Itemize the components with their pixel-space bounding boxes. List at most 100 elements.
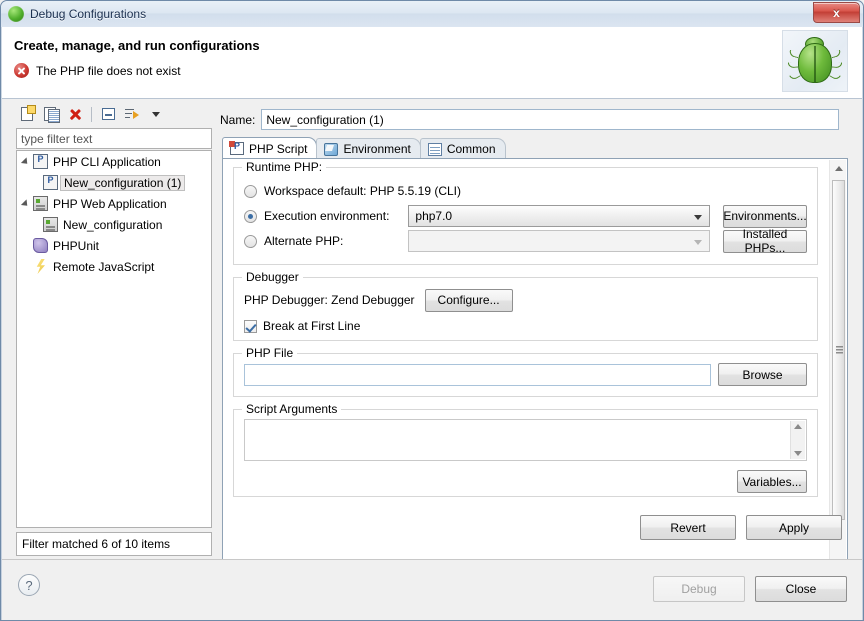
- collapse-all-button[interactable]: [98, 104, 118, 124]
- tab-common[interactable]: Common: [419, 138, 506, 159]
- configurations-tree-panel: PHP CLI Application New_configuration (1…: [14, 101, 214, 557]
- installed-phps-button[interactable]: Installed PHPs...: [723, 227, 807, 255]
- workspace-default-radio[interactable]: [244, 184, 257, 198]
- php-file-input[interactable]: [244, 363, 712, 386]
- common-icon: [427, 142, 442, 156]
- debug-button[interactable]: Debug: [653, 576, 745, 602]
- break-at-first-line-label: Break at First Line: [263, 319, 361, 333]
- header-message-row: The PHP file does not exist: [14, 63, 181, 78]
- browse-button[interactable]: Browse: [718, 363, 807, 386]
- duplicate-configuration-button[interactable]: [41, 104, 61, 124]
- environments-button[interactable]: Environments...: [723, 204, 807, 228]
- expand-twisty-icon[interactable]: [20, 198, 31, 209]
- debugger-row: PHP Debugger: Zend Debugger Configure...: [244, 288, 807, 312]
- break-at-first-line-checkbox[interactable]: [244, 319, 257, 333]
- expand-twisty-icon[interactable]: [20, 156, 31, 167]
- execution-environment-row[interactable]: Execution environment: php7.0 Environmen…: [244, 204, 807, 228]
- green-bug-icon: [782, 30, 848, 92]
- tab-label: PHP Script: [249, 141, 308, 156]
- scrollbar-up-arrow[interactable]: [830, 160, 847, 177]
- tree-item-label: PHP CLI Application: [53, 154, 161, 169]
- copy-icon: [44, 107, 60, 123]
- configure-button[interactable]: Configure...: [424, 288, 513, 312]
- revert-button[interactable]: Revert: [640, 515, 736, 540]
- script-arguments-textarea[interactable]: [244, 419, 807, 461]
- help-question-icon: ?: [25, 577, 33, 593]
- variables-button[interactable]: Variables...: [737, 470, 807, 493]
- alternate-php-radio[interactable]: [244, 234, 257, 248]
- configurations-tree[interactable]: PHP CLI Application New_configuration (1…: [16, 150, 212, 528]
- tree-item-php-cli-application[interactable]: PHP CLI Application: [17, 151, 211, 172]
- tree-item-php-web-application[interactable]: PHP Web Application: [17, 193, 211, 214]
- php-web-icon: [43, 217, 58, 232]
- filter-status-text: Filter matched 6 of 10 items: [22, 537, 171, 551]
- tab-label: Environment: [343, 142, 411, 156]
- window-title: Debug Configurations: [30, 7, 147, 21]
- tree-item-label: New_configuration: [63, 217, 163, 232]
- php-file-group: PHP File Browse: [233, 346, 818, 397]
- dialog-body: PHP CLI Application New_configuration (1…: [2, 99, 862, 598]
- scroll-down-icon[interactable]: [794, 451, 802, 456]
- php-file-group-title: PHP File: [242, 346, 298, 360]
- tab-bar: PHP Script Environment Common: [222, 137, 848, 159]
- debugger-group: Debugger PHP Debugger: Zend Debugger Con…: [233, 270, 818, 341]
- php-file-row: Browse: [244, 363, 807, 386]
- remote-javascript-icon: [36, 259, 45, 274]
- close-icon: x: [833, 5, 840, 20]
- php-debugger-label: PHP Debugger: Zend Debugger: [244, 293, 415, 307]
- page-title: Create, manage, and run configurations: [14, 38, 260, 53]
- dialog-header: Create, manage, and run configurations T…: [2, 27, 862, 99]
- php-cli-icon: [33, 154, 48, 169]
- tree-item-label: Remote JavaScript: [53, 259, 155, 274]
- workspace-default-row[interactable]: Workspace default: PHP 5.5.19 (CLI): [244, 180, 807, 202]
- window-close-button[interactable]: x: [813, 2, 860, 23]
- new-configuration-button[interactable]: [17, 104, 37, 124]
- alternate-php-combo[interactable]: [408, 230, 710, 252]
- php-script-icon: [229, 141, 244, 155]
- tab-php-script[interactable]: PHP Script: [222, 137, 318, 159]
- footer-button-row: Debug Close: [653, 576, 847, 602]
- view-menu-button[interactable]: [146, 104, 166, 124]
- delete-red-x-icon: [69, 108, 82, 121]
- script-arguments-scroll-spinner[interactable]: [790, 421, 805, 459]
- filter-icon: [125, 108, 139, 121]
- environment-icon: [324, 142, 339, 156]
- tree-item-new-configuration-1[interactable]: New_configuration (1): [17, 172, 211, 193]
- chevron-down-icon: [694, 240, 702, 245]
- runtime-php-group: Runtime PHP: Workspace default: PHP 5.5.…: [233, 160, 818, 265]
- runtime-php-group-title: Runtime PHP:: [242, 160, 327, 174]
- collapse-all-icon: [101, 108, 115, 120]
- delete-configuration-button[interactable]: [65, 104, 85, 124]
- error-message: The PHP file does not exist: [36, 63, 181, 78]
- tree-item-new-configuration[interactable]: New_configuration: [17, 214, 211, 235]
- name-label: Name:: [220, 112, 256, 127]
- filter-button[interactable]: [122, 104, 142, 124]
- debug-configurations-dialog: Debug Configurations x Create, manage, a…: [0, 0, 864, 621]
- execution-environment-radio[interactable]: [244, 209, 257, 223]
- tree-item-remote-javascript[interactable]: Remote JavaScript: [17, 256, 211, 277]
- apply-button[interactable]: Apply: [746, 515, 842, 540]
- new-document-icon: [21, 105, 36, 121]
- execution-environment-label: Execution environment:: [264, 209, 390, 223]
- alternate-php-row[interactable]: Alternate PHP: Installed PHPs...: [244, 227, 807, 255]
- execution-environment-value: php7.0: [415, 209, 453, 223]
- scroll-up-icon[interactable]: [794, 424, 802, 429]
- dialog-footer: ? Debug Close: [2, 559, 862, 620]
- tab-environment[interactable]: Environment: [316, 138, 421, 159]
- tree-item-label: PHPUnit: [53, 238, 100, 253]
- chevron-down-icon: [694, 215, 702, 220]
- close-button[interactable]: Close: [755, 576, 847, 602]
- tree-item-phpunit[interactable]: PHPUnit: [17, 235, 211, 256]
- php-cli-icon: [43, 175, 58, 190]
- execution-environment-combo[interactable]: php7.0: [408, 205, 710, 227]
- configuration-name-input[interactable]: [261, 109, 840, 130]
- help-button[interactable]: ?: [18, 574, 40, 596]
- workspace-default-label: Workspace default: PHP 5.5.19 (CLI): [264, 184, 461, 198]
- tab-label: Common: [446, 142, 496, 156]
- error-icon: [14, 63, 29, 78]
- alternate-php-label: Alternate PHP:: [264, 234, 344, 248]
- break-at-first-line-row[interactable]: Break at First Line: [244, 316, 807, 336]
- chevron-down-icon: [152, 111, 160, 117]
- scrollbar-thumb[interactable]: [832, 180, 845, 520]
- filter-input[interactable]: [16, 128, 212, 149]
